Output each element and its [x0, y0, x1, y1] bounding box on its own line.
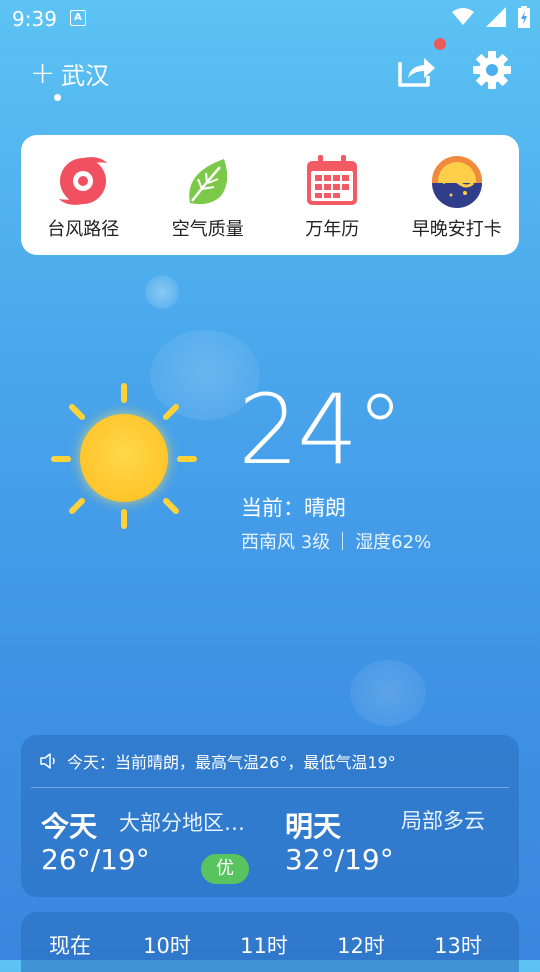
leaf-icon [188, 159, 227, 205]
wind-humidity-row: 西南风 3级 湿度62% [241, 528, 431, 554]
top-bar: + 武汉 [0, 38, 540, 102]
typhoon-icon [59, 157, 108, 205]
notification-a-icon: A [70, 10, 86, 26]
humidity-info: 湿度62% [355, 532, 432, 553]
hourly-forecast[interactable]: 现在 10时 11时 12时 13时 [21, 912, 519, 972]
hour-label: 13时 [434, 934, 482, 958]
status-time: 9:39 [12, 7, 57, 31]
divider [31, 787, 509, 788]
tomorrow-title: 明天 [285, 810, 342, 843]
signal-icon [486, 7, 506, 27]
sunrise-icon [431, 156, 482, 208]
tools-card: 台风路径 空气质量 万年历 早晚安打卡 [21, 135, 519, 255]
today-temp-range: 26°/19° [41, 843, 150, 876]
system-icons [452, 6, 530, 28]
notice-text: 今天：当前晴朗，最高气温26°，最低气温19° [67, 753, 396, 772]
today-title: 今天 [41, 810, 98, 843]
calendar-icon [307, 155, 358, 205]
hour-label: 10时 [143, 934, 191, 958]
page-indicator-dot [54, 94, 61, 101]
tool-air-quality[interactable]: 空气质量 [146, 135, 271, 255]
wind-info: 西南风 3级 [241, 532, 331, 553]
hour-label: 12时 [337, 934, 385, 958]
add-city-button[interactable]: + 武汉 [30, 56, 109, 91]
tool-label: 早晚安打卡 [411, 219, 502, 240]
current-temperature: 24° [238, 374, 404, 486]
status-bar: 9:39 A [0, 0, 540, 36]
tool-label: 万年历 [305, 219, 360, 240]
tool-label: 台风路径 [47, 219, 120, 240]
speaker-icon [40, 753, 55, 769]
forecast-card[interactable]: 今天：当前晴朗，最高气温26°，最低气温19° 今天 大部分地区… 26°/19… [21, 735, 519, 897]
tool-typhoon[interactable]: 台风路径 [21, 135, 146, 255]
wifi-icon [452, 8, 474, 25]
tool-calendar[interactable]: 万年历 [270, 135, 395, 255]
gear-icon[interactable] [472, 50, 512, 90]
divider [342, 532, 344, 550]
tomorrow-temp-range: 32°/19° [285, 843, 394, 876]
tool-label: 空气质量 [171, 219, 244, 240]
background-bokeh [350, 660, 426, 726]
aqi-badge[interactable]: 优 [201, 854, 249, 884]
forecast-notice[interactable]: 今天：当前晴朗，最高气温26°，最低气温19° [39, 749, 396, 773]
hour-label: 现在 [49, 934, 91, 958]
hour-label: 11时 [240, 934, 288, 958]
background-bokeh [145, 275, 179, 309]
notification-badge [434, 38, 446, 50]
battery-icon [518, 6, 530, 28]
share-icon[interactable] [396, 52, 438, 88]
plus-icon: + [30, 55, 56, 91]
today-description: 大部分地区… [119, 811, 245, 835]
tool-checkin[interactable]: 早晚安打卡 [395, 135, 520, 255]
sunny-weather-icon [51, 383, 197, 529]
current-condition: 当前：晴朗 [241, 496, 346, 520]
tomorrow-description: 局部多云 [401, 809, 485, 833]
city-name: 武汉 [61, 62, 110, 90]
